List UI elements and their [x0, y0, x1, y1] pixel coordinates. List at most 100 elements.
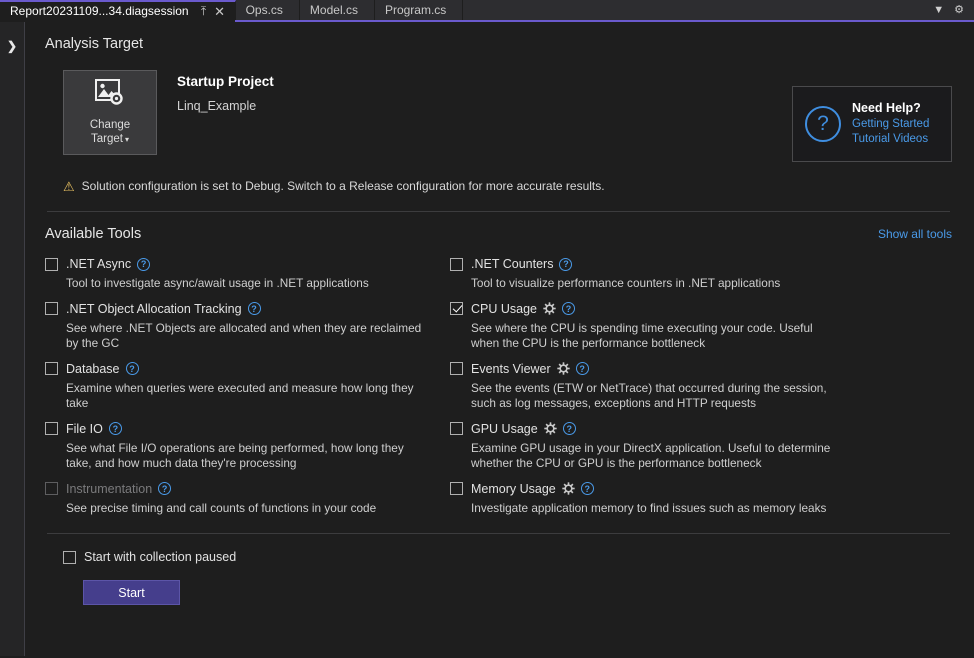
tool-help-icon[interactable]: ? [126, 362, 139, 375]
tool-help-icon[interactable]: ? [562, 302, 575, 315]
tool-checkbox[interactable] [450, 302, 463, 315]
section-divider-top [47, 211, 950, 212]
tab-bar-spacer [463, 0, 923, 20]
tutorial-videos-link[interactable]: Tutorial Videos [852, 132, 929, 147]
tool-checkbox[interactable] [450, 362, 463, 375]
editor-tab[interactable]: Ops.cs [236, 0, 300, 20]
tool-description: Tool to visualize performance counters i… [471, 276, 836, 292]
tool-help-icon[interactable]: ? [576, 362, 589, 375]
show-all-tools-link[interactable]: Show all tools [878, 227, 952, 241]
section-divider-bottom [47, 533, 950, 534]
tool-header: Database? [45, 359, 425, 379]
need-help-text: Need Help? Getting Started Tutorial Vide… [852, 101, 929, 147]
change-target-line1: Change [90, 119, 130, 131]
warning-message: Solution configuration is set to Debug. … [82, 179, 605, 193]
tool-header: File IO? [45, 419, 425, 439]
tool-description: Investigate application memory to find i… [471, 501, 836, 517]
tool-settings-gear-icon[interactable] [543, 302, 556, 315]
analysis-target-heading: Analysis Target [45, 36, 952, 52]
tool-description: See where the CPU is spending time execu… [471, 321, 836, 352]
tool-checkbox [45, 482, 58, 495]
editor-tab-bar: Report20231109...34.diagsession⤒✕ Ops.cs M… [0, 0, 974, 22]
tool-checkbox[interactable] [45, 422, 58, 435]
tool-name: .NET Async [66, 257, 131, 271]
startup-project-value: Linq_Example [177, 99, 274, 113]
getting-started-link[interactable]: Getting Started [852, 117, 929, 132]
tool-description: Examine GPU usage in your DirectX applic… [471, 441, 836, 472]
tool-header: .NET Counters? [450, 254, 952, 274]
profiler-main-content: Analysis Target Change Target▾ [25, 22, 974, 656]
tool-item: .NET Object Allocation Tracking?See wher… [45, 299, 425, 352]
solution-config-warning: ⚠ Solution configuration is set to Debug… [63, 179, 952, 193]
need-help-panel: ? Need Help? Getting Started Tutorial Vi… [792, 86, 952, 162]
tool-description: See the events (ETW or NetTrace) that oc… [471, 381, 836, 412]
tool-settings-gear-icon[interactable] [544, 422, 557, 435]
left-tool-rail: ❯ [0, 22, 25, 656]
tools-column-right: .NET Counters? Tool to visualize performa… [450, 254, 952, 523]
editor-tab-label: Model.cs [310, 3, 358, 17]
chevron-right-icon[interactable]: ❯ [7, 40, 17, 656]
tool-settings-gear-icon[interactable] [562, 482, 575, 495]
gear-icon[interactable]: ⚙ [954, 5, 964, 16]
tool-item: CPU Usage?See where the CPU is spending … [450, 299, 952, 352]
tool-name: File IO [66, 422, 103, 436]
tools-column-left: .NET Async? Tool to investigate async/awa… [45, 254, 425, 523]
tool-item: Memory Usage? Investigate application mem… [450, 479, 952, 517]
target-picture-gear-icon [95, 79, 125, 112]
close-icon[interactable]: ✕ [213, 5, 227, 18]
change-target-label: Change Target▾ [90, 118, 130, 147]
start-paused-row[interactable]: Start with collection paused [63, 550, 952, 564]
change-target-button[interactable]: Change Target▾ [63, 70, 157, 155]
chevron-down-icon[interactable]: ▼ [933, 5, 944, 16]
window-body: ❯ Analysis Target Change [0, 22, 974, 656]
tool-help-icon[interactable]: ? [559, 258, 572, 271]
startup-project-info: Startup Project Linq_Example [177, 70, 274, 113]
tool-help-icon[interactable]: ? [158, 482, 171, 495]
available-tools-header: Available Tools Show all tools [45, 226, 952, 242]
tool-item: Database?Examine when queries were execu… [45, 359, 425, 412]
editor-tab[interactable]: Report20231109...34.diagsession⤒✕ [0, 0, 236, 20]
tool-checkbox[interactable] [450, 258, 463, 271]
tool-description: See precise timing and call counts of fu… [66, 501, 425, 517]
tool-checkbox[interactable] [450, 422, 463, 435]
tool-name: GPU Usage [471, 422, 538, 436]
tool-name: .NET Counters [471, 257, 553, 271]
editor-tab[interactable]: Model.cs [300, 0, 375, 20]
tool-header: Instrumentation? [45, 479, 425, 499]
tool-name: CPU Usage [471, 302, 537, 316]
tool-item: .NET Async? Tool to investigate async/awa… [45, 254, 425, 292]
tool-checkbox[interactable] [45, 302, 58, 315]
start-button[interactable]: Start [83, 580, 180, 605]
tool-header: .NET Async? [45, 254, 425, 274]
tool-checkbox[interactable] [450, 482, 463, 495]
question-mark-icon: ? [805, 106, 841, 142]
tool-header: GPU Usage? [450, 419, 952, 439]
warning-triangle-icon: ⚠ [63, 180, 75, 193]
change-target-line2: Target [91, 133, 123, 145]
start-paused-checkbox[interactable] [63, 551, 76, 564]
start-paused-label: Start with collection paused [84, 550, 236, 564]
tool-help-icon[interactable]: ? [248, 302, 261, 315]
tool-help-icon[interactable]: ? [581, 482, 594, 495]
tool-checkbox[interactable] [45, 258, 58, 271]
tool-description: Examine when queries were executed and m… [66, 381, 425, 412]
need-help-title: Need Help? [852, 101, 929, 115]
tool-help-icon[interactable]: ? [563, 422, 576, 435]
tool-settings-gear-icon[interactable] [557, 362, 570, 375]
tool-help-icon[interactable]: ? [137, 258, 150, 271]
tool-checkbox[interactable] [45, 362, 58, 375]
tool-item: Instrumentation? See precise timing and c… [45, 479, 425, 517]
editor-tab-label: Ops.cs [246, 3, 283, 17]
editor-tab-label: Program.cs [385, 3, 446, 17]
tools-grid: .NET Async? Tool to investigate async/awa… [45, 254, 952, 523]
tool-name: Events Viewer [471, 362, 551, 376]
tool-description: Tool to investigate async/await usage in… [66, 276, 425, 292]
tool-help-icon[interactable]: ? [109, 422, 122, 435]
tool-header: Memory Usage? [450, 479, 952, 499]
startup-project-label: Startup Project [177, 74, 274, 89]
tool-item: File IO?See what File I/O operations are… [45, 419, 425, 472]
pin-icon[interactable]: ⤒ [197, 5, 211, 17]
tool-name: .NET Object Allocation Tracking [66, 302, 242, 316]
tool-header: CPU Usage? [450, 299, 952, 319]
editor-tab[interactable]: Program.cs [375, 0, 463, 20]
